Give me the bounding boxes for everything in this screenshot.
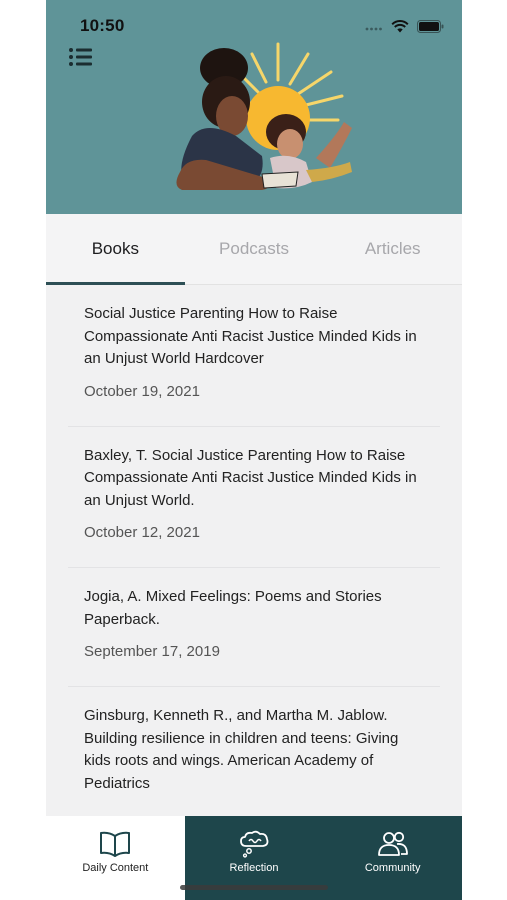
item-title: Baxley, T. Social Justice Parenting How … (84, 446, 417, 509)
item-date: October 19, 2021 (84, 382, 200, 400)
item-date: October 12, 2021 (84, 524, 200, 541)
tab-articles[interactable]: Articles (323, 214, 462, 284)
books-list[interactable]: Social Justice Parenting How to Raise Co… (46, 285, 462, 816)
signal-icon (365, 27, 382, 31)
open-book-icon (100, 831, 131, 857)
people-icon (377, 831, 408, 856)
item-title: Social Justice Parenting How to Raise Co… (84, 305, 417, 367)
battery-icon (417, 19, 444, 33)
nav-community[interactable]: Community (323, 816, 462, 900)
wifi-icon (391, 19, 409, 32)
mother-and-child-with-sun-illustration (176, 42, 352, 190)
thought-bubble-icon (240, 830, 269, 858)
item-title: Jogia, A. Mixed Feelings: Poems and Stor… (84, 588, 382, 628)
content-tabs: Books Podcasts Articles (46, 214, 462, 285)
status-time: 10:50 (80, 16, 125, 35)
nav-reflection-label: Reflection (229, 862, 279, 874)
nav-community-label: Community (364, 862, 421, 874)
list-item[interactable]: Baxley, T. Social Justice Parenting How … (68, 427, 440, 568)
nav-daily-content-label: Daily Content (82, 862, 149, 874)
item-date: September 17, 2019 (84, 643, 220, 660)
status-icons (365, 18, 444, 34)
tab-podcasts-label: Podcasts (219, 239, 289, 258)
list-item[interactable]: Social Justice Parenting How to Raise Co… (68, 285, 440, 427)
tab-books-label: Books (91, 239, 139, 258)
list-item[interactable]: Ginsburg, Kenneth R., and Martha M. Jabl… (68, 687, 440, 816)
nav-daily-content[interactable]: Daily Content (46, 816, 185, 900)
tab-books[interactable]: Books (46, 214, 185, 284)
tab-podcasts[interactable]: Podcasts (185, 214, 324, 284)
header: 10:50 (46, 0, 462, 214)
home-indicator (180, 885, 328, 890)
item-title: Ginsburg, Kenneth R., and Martha M. Jabl… (84, 707, 399, 792)
list-item[interactable]: Jogia, A. Mixed Feelings: Poems and Stor… (68, 568, 440, 687)
hamburger-menu-icon[interactable] (68, 46, 94, 68)
app-screen: 10:50 Books Podcasts Articles Social Jus… (46, 0, 462, 900)
tab-articles-label: Articles (364, 239, 421, 258)
